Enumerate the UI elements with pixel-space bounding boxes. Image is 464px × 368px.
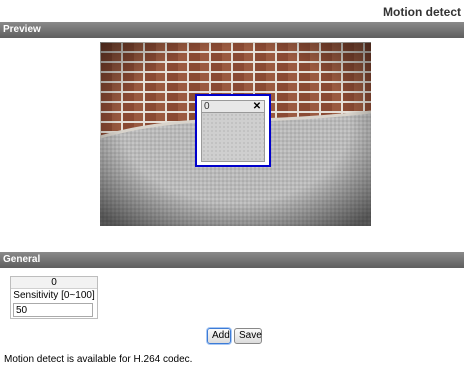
motion-region-titlebar[interactable]: 0 ✕ — [202, 101, 264, 113]
save-button[interactable]: Save — [234, 328, 262, 344]
codec-note: Motion detect is available for H.264 cod… — [4, 354, 193, 365]
add-button[interactable]: Add — [207, 328, 231, 344]
sensitivity-label: Sensitivity [0~100] — [13, 290, 95, 301]
page-title: Motion detect — [383, 5, 461, 19]
sensitivity-table: 0 Sensitivity [0~100] — [10, 276, 98, 319]
motion-region[interactable]: 0 ✕ — [195, 94, 271, 167]
preview-section-header: Preview — [0, 22, 464, 38]
general-section-header: General — [0, 252, 464, 268]
close-icon[interactable]: ✕ — [252, 102, 262, 112]
sensitivity-input[interactable] — [13, 303, 93, 317]
motion-region-area[interactable]: 0 ✕ — [201, 100, 265, 162]
sensitivity-table-header: 0 — [11, 277, 97, 289]
motion-region-label: 0 — [204, 101, 210, 112]
